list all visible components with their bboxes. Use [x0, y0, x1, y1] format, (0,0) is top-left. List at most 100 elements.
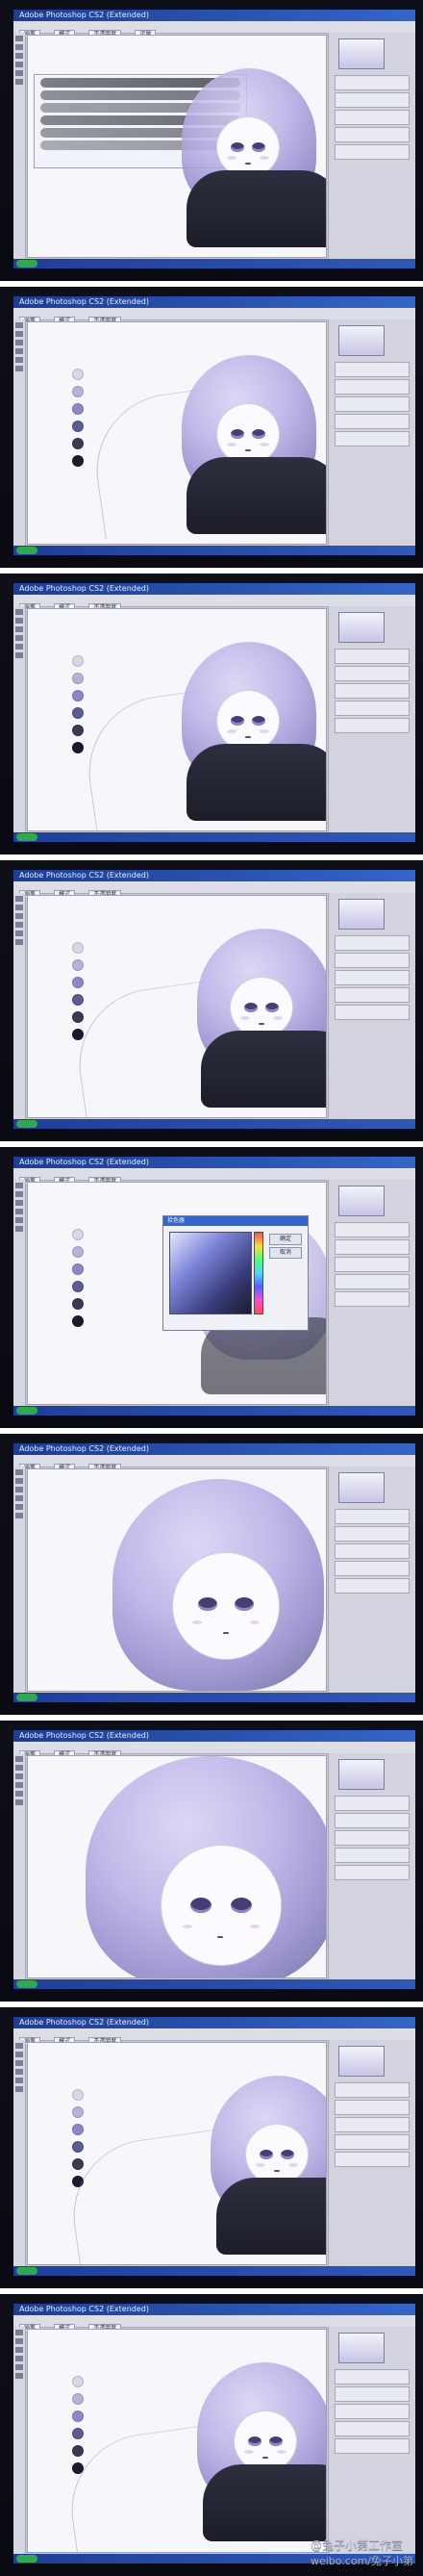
layers-panel[interactable]	[335, 2369, 410, 2385]
tool-button[interactable]	[15, 348, 23, 354]
layers-panel[interactable]	[335, 362, 410, 377]
tool-button[interactable]	[15, 1495, 23, 1501]
color-swatch[interactable]	[72, 2124, 84, 2135]
layers-panel[interactable]	[335, 1561, 410, 1576]
tool-button[interactable]	[15, 2069, 23, 2075]
tool-button[interactable]	[15, 1226, 23, 1232]
cancel-button[interactable]: 取消	[269, 1247, 302, 1259]
tool-button[interactable]	[15, 340, 23, 345]
color-swatch[interactable]	[72, 1029, 84, 1040]
color-swatch[interactable]	[72, 2106, 84, 2118]
tool-button[interactable]	[15, 626, 23, 632]
hue-slider[interactable]	[254, 1232, 263, 1314]
layers-panel[interactable]	[335, 2404, 410, 2419]
tool-button[interactable]	[15, 609, 23, 615]
tool-button[interactable]	[15, 2373, 23, 2379]
tool-button[interactable]	[15, 1200, 23, 1206]
layers-panel[interactable]	[335, 1578, 410, 1594]
color-swatch[interactable]	[72, 977, 84, 988]
layers-panel[interactable]	[335, 701, 410, 716]
tool-button[interactable]	[15, 2060, 23, 2066]
start-button[interactable]	[16, 260, 37, 268]
tool-button[interactable]	[15, 1756, 23, 1762]
layers-panel[interactable]	[335, 718, 410, 733]
tool-button[interactable]	[15, 1782, 23, 1788]
tool-button[interactable]	[15, 2043, 23, 2049]
tool-button[interactable]	[15, 2356, 23, 2361]
tool-button[interactable]	[15, 939, 23, 945]
tool-button[interactable]	[15, 1217, 23, 1223]
layers-panel[interactable]	[335, 144, 410, 160]
layers-panel[interactable]	[335, 1813, 410, 1828]
color-swatch[interactable]	[72, 725, 84, 736]
layers-panel[interactable]	[335, 953, 410, 968]
color-swatch[interactable]	[72, 1246, 84, 1258]
color-swatch[interactable]	[72, 942, 84, 954]
tool-button[interactable]	[15, 1209, 23, 1214]
layers-panel[interactable]	[335, 92, 410, 108]
tool-button[interactable]	[15, 322, 23, 328]
color-swatch[interactable]	[72, 1263, 84, 1275]
color-field[interactable]	[169, 1232, 252, 1314]
color-picker-dialog[interactable]: 拾色器 确定 取消	[162, 1215, 309, 1331]
layers-panel[interactable]	[335, 2386, 410, 2402]
start-button[interactable]	[16, 1407, 37, 1415]
layers-panel[interactable]	[335, 1257, 410, 1272]
tool-button[interactable]	[15, 62, 23, 67]
color-swatch[interactable]	[72, 1298, 84, 1310]
tool-button[interactable]	[15, 2086, 23, 2092]
tool-button[interactable]	[15, 2364, 23, 2370]
color-swatch[interactable]	[72, 2141, 84, 2153]
color-swatch[interactable]	[72, 2428, 84, 2439]
layers-panel[interactable]	[335, 75, 410, 90]
start-button[interactable]	[16, 547, 37, 554]
layers-panel[interactable]	[335, 649, 410, 664]
layers-panel[interactable]	[335, 987, 410, 1003]
layers-panel[interactable]	[335, 1274, 410, 1289]
layers-panel[interactable]	[335, 110, 410, 125]
tool-button[interactable]	[15, 2330, 23, 2335]
layers-panel[interactable]	[335, 2438, 410, 2454]
tool-button[interactable]	[15, 922, 23, 928]
start-button[interactable]	[16, 2267, 37, 2275]
tool-button[interactable]	[15, 931, 23, 936]
tool-button[interactable]	[15, 1513, 23, 1518]
color-swatch[interactable]	[72, 1229, 84, 1240]
layers-panel[interactable]	[335, 1526, 410, 1542]
layers-panel[interactable]	[335, 935, 410, 951]
tool-button[interactable]	[15, 1799, 23, 1805]
layers-panel[interactable]	[335, 127, 410, 142]
layers-panel[interactable]	[335, 414, 410, 429]
tool-button[interactable]	[15, 1791, 23, 1797]
tool-button[interactable]	[15, 896, 23, 902]
tool-button[interactable]	[15, 905, 23, 910]
color-swatch[interactable]	[72, 438, 84, 449]
layers-panel[interactable]	[335, 2152, 410, 2167]
tool-button[interactable]	[15, 2338, 23, 2344]
color-swatch[interactable]	[72, 994, 84, 1006]
tool-button[interactable]	[15, 36, 23, 41]
tool-button[interactable]	[15, 2052, 23, 2057]
layers-panel[interactable]	[335, 683, 410, 699]
document-canvas[interactable]	[27, 1755, 327, 1978]
color-swatch[interactable]	[72, 673, 84, 684]
tool-button[interactable]	[15, 652, 23, 658]
start-button[interactable]	[16, 833, 37, 841]
document-canvas[interactable]	[27, 2329, 327, 2553]
layers-panel[interactable]	[335, 1005, 410, 1020]
document-canvas[interactable]	[27, 1468, 327, 1692]
color-swatch[interactable]	[72, 421, 84, 432]
layers-panel[interactable]	[335, 396, 410, 412]
tool-button[interactable]	[15, 913, 23, 919]
tool-button[interactable]	[15, 1469, 23, 1475]
tool-button[interactable]	[15, 1487, 23, 1492]
layers-panel[interactable]	[335, 1848, 410, 1863]
color-swatch[interactable]	[72, 2376, 84, 2387]
color-swatch[interactable]	[72, 1281, 84, 1292]
document-canvas[interactable]	[27, 608, 327, 831]
tool-button[interactable]	[15, 1765, 23, 1771]
layers-panel[interactable]	[335, 1865, 410, 1880]
tool-button[interactable]	[15, 79, 23, 85]
ok-button[interactable]: 确定	[269, 1234, 302, 1245]
layers-panel[interactable]	[335, 1543, 410, 1559]
